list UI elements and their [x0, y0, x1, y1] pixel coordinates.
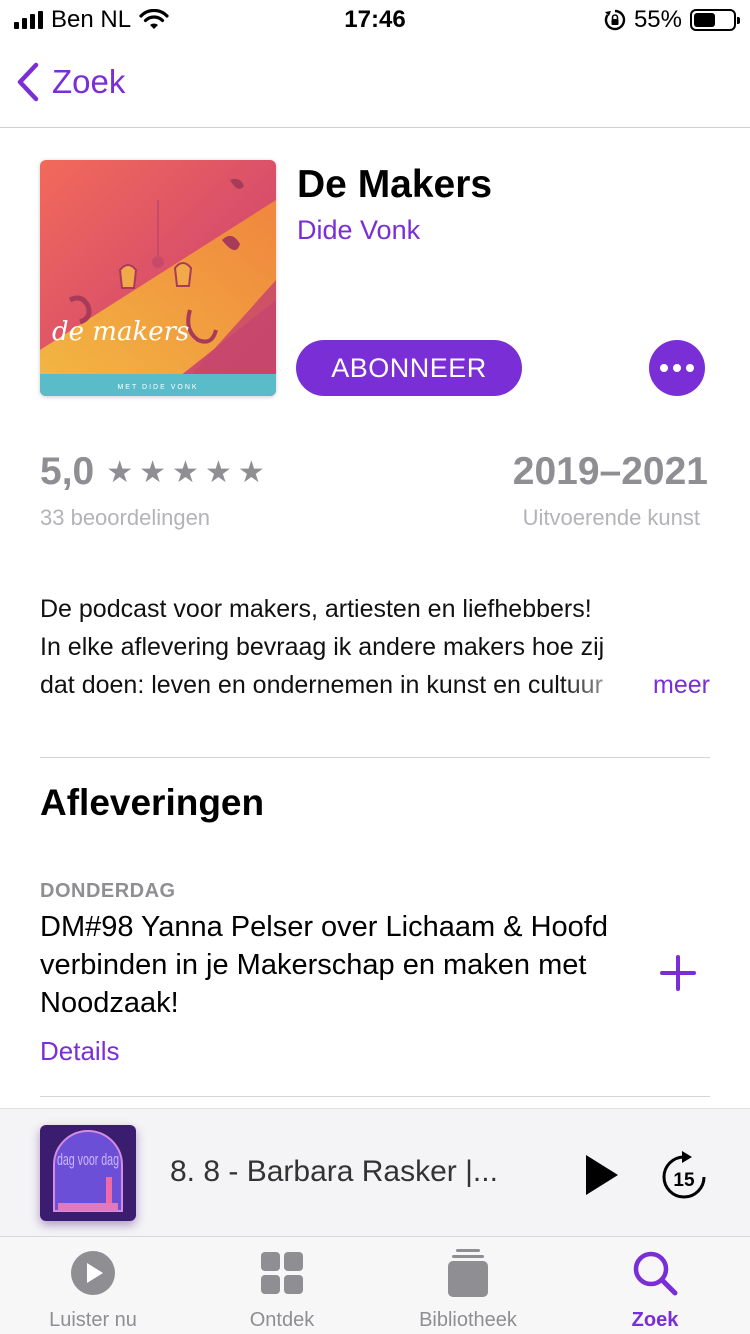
navigation-bar: Zoek [0, 48, 750, 128]
tab-label: Luister nu [49, 1309, 137, 1331]
years-active: 2019–2021 [512, 450, 708, 493]
subscribe-button[interactable]: ABONNEER [296, 340, 522, 396]
artwork-title: de makers [52, 317, 189, 347]
back-button[interactable]: Zoek [16, 62, 125, 102]
rating-score: 5,0 [40, 450, 95, 493]
tab-label: Bibliotheek [419, 1309, 517, 1331]
tab-browse[interactable]: Ontdek [207, 1237, 357, 1334]
podcast-description: De podcast voor makers, artiesten en lie… [40, 590, 710, 704]
tab-label: Zoek [631, 1309, 679, 1331]
genre-link[interactable]: Uitvoerende kunst [523, 505, 700, 531]
episode-title[interactable]: DM#98 Yanna Pelser over Lichaam & Hoofd … [40, 908, 620, 1022]
description-line-1: De podcast voor makers, artiesten en lie… [40, 595, 592, 623]
battery-percent: 55% [633, 6, 682, 33]
status-bar: Ben NL 17:46 55% [0, 0, 750, 40]
star-icon: ★ [204, 455, 232, 489]
battery-icon [690, 9, 740, 31]
more-options-button[interactable] [649, 340, 705, 396]
star-icon: ★ [106, 455, 134, 489]
tab-bar: Luister nu Ontdek Bibliotheek Zoek [0, 1236, 750, 1334]
star-icon: ★ [139, 455, 167, 489]
divider [40, 757, 710, 758]
episode-date: DONDERDAG [40, 880, 176, 902]
search-icon [631, 1249, 679, 1297]
more-link[interactable]: meer [647, 666, 710, 704]
now-playing-title[interactable]: 8. 8 - Barbara Rasker |... [170, 1155, 550, 1189]
podcast-title: De Makers [297, 163, 493, 206]
ellipsis-icon [660, 364, 668, 372]
rotation-lock-icon [604, 9, 626, 31]
artwork-subtitle: MET DIDE VONK [117, 384, 198, 391]
play-circle-icon [69, 1249, 117, 1297]
stack-icon [444, 1249, 492, 1297]
podcast-artwork: de makers MET DIDE VONK [40, 160, 276, 396]
skip-seconds-label: 15 [673, 1170, 695, 1191]
now-playing-artwork: dag voor dag [40, 1125, 136, 1221]
tab-search[interactable]: Zoek [580, 1237, 730, 1334]
play-icon[interactable] [582, 1153, 622, 1197]
mini-player[interactable]: dag voor dag 8. 8 - Barbara Rasker |... … [0, 1108, 750, 1236]
now-playing-art-text: dag voor dag [57, 1150, 119, 1169]
tab-listen-now[interactable]: Luister nu [18, 1237, 168, 1334]
skip-forward-15-icon[interactable]: 15 [660, 1149, 708, 1201]
description-line-3: dat doen: leven en ondernemen in kunst e… [40, 671, 603, 699]
rating-stars: ★ ★ ★ ★ ★ [106, 455, 265, 490]
tab-library[interactable]: Bibliotheek [393, 1237, 543, 1334]
star-icon: ★ [172, 455, 199, 489]
status-right: 55% [604, 6, 740, 34]
star-icon: ★ [237, 455, 265, 489]
description-line-2: In elke aflevering bevraag ik andere mak… [40, 633, 605, 661]
rating-summary[interactable]: 5,0 ★ ★ ★ ★ ★ [40, 450, 265, 494]
back-label: Zoek [52, 63, 126, 100]
add-episode-plus-icon[interactable] [660, 952, 702, 994]
episodes-heading: Afleveringen [40, 782, 265, 823]
divider [40, 1096, 710, 1097]
tab-label: Ontdek [249, 1309, 315, 1331]
grid-icon [258, 1249, 306, 1297]
episode-details-link[interactable]: Details [40, 1036, 119, 1067]
podcast-author-link[interactable]: Dide Vonk [297, 215, 420, 246]
rating-count[interactable]: 33 beoordelingen [40, 505, 210, 531]
chevron-left-icon [17, 62, 39, 102]
